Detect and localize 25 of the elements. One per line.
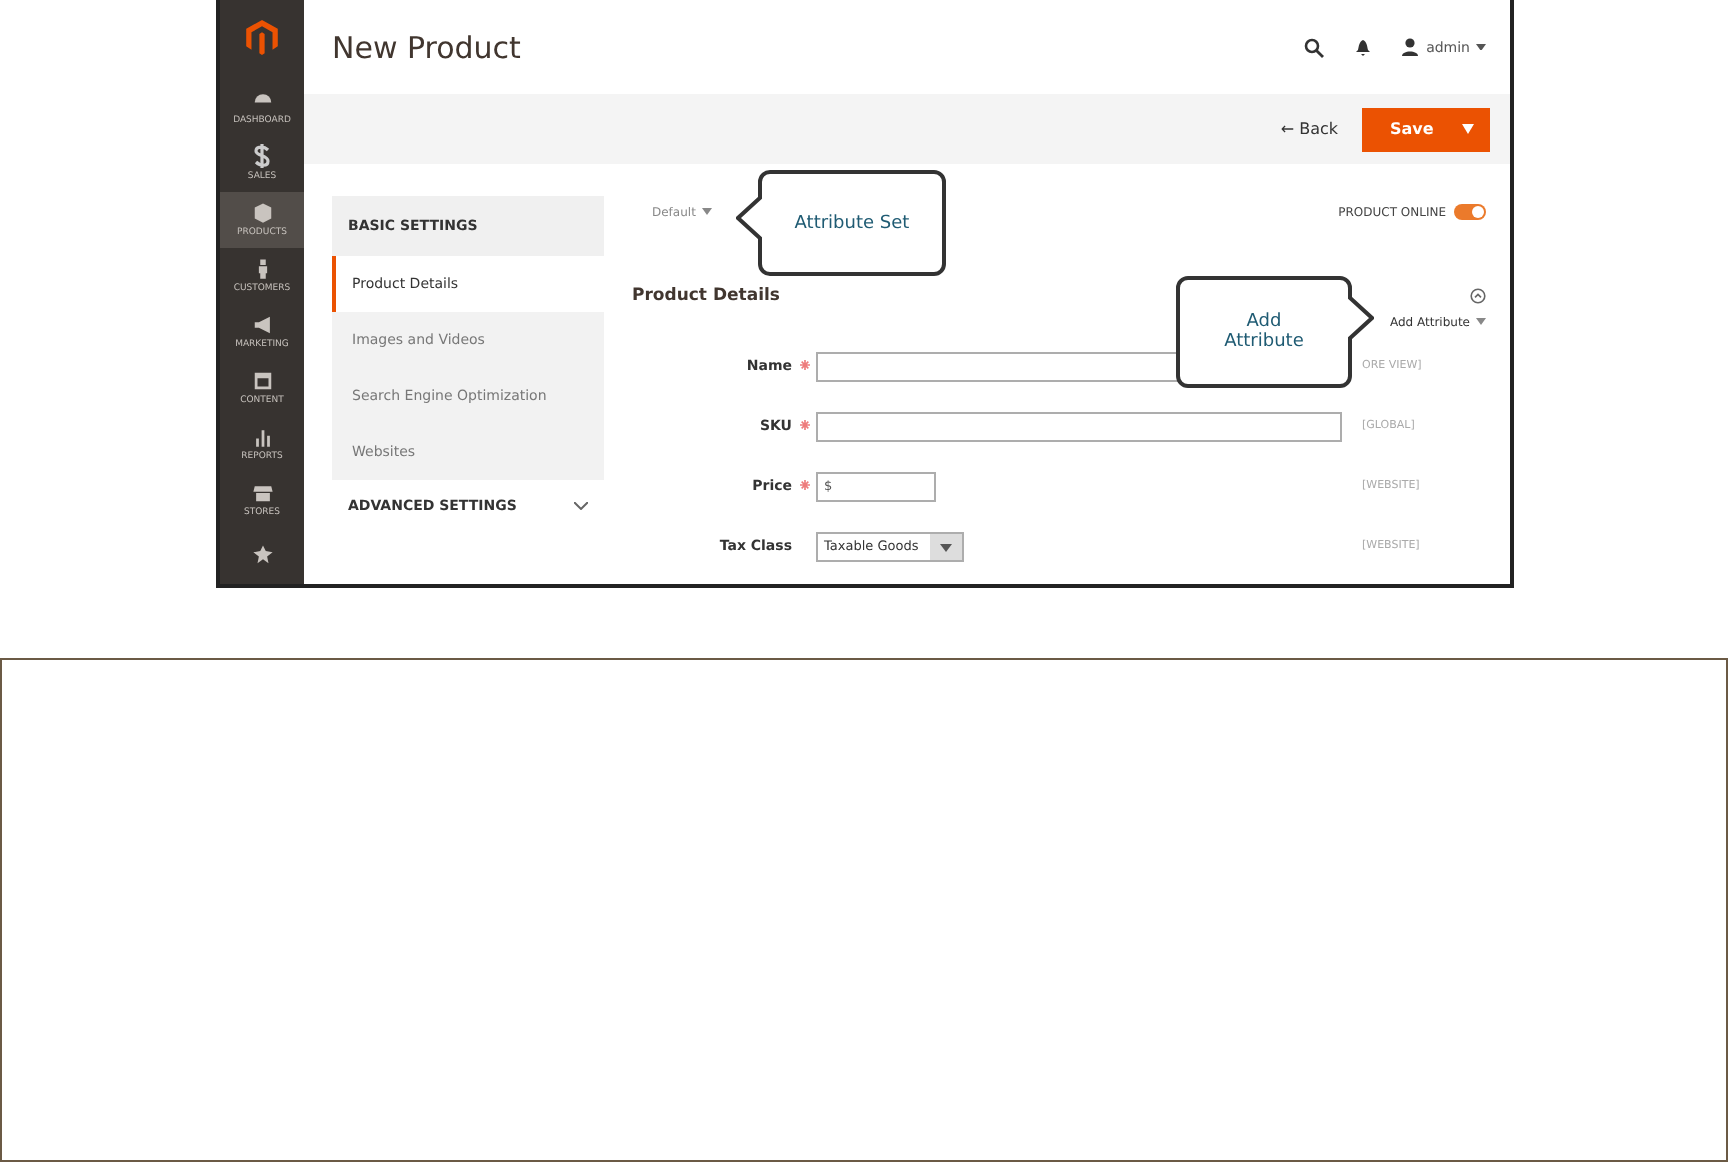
bell-icon[interactable] (1356, 39, 1371, 55)
callout-tooltip: Attribute Set (736, 170, 946, 276)
layout-icon (251, 369, 273, 392)
star-icon (251, 544, 273, 567)
pointer-icon (736, 196, 762, 240)
page-title: New Product (332, 29, 523, 65)
text-field[interactable] (816, 411, 1342, 441)
section-title: Product Details (632, 286, 780, 306)
storefront-icon (251, 481, 273, 504)
bar-chart-icon (251, 425, 273, 448)
online-toggle[interactable] (1454, 204, 1486, 220)
cube-icon (251, 201, 273, 224)
logo-icon (244, 20, 280, 56)
chevron-icon (574, 502, 588, 510)
back-button[interactable]: ← Back (1276, 116, 1342, 142)
dollar-icon (252, 144, 272, 169)
collapse-icon[interactable] (1470, 288, 1486, 304)
user-icon[interactable] (1402, 38, 1419, 56)
caret-icon (701, 208, 712, 216)
caret-icon (1462, 124, 1474, 134)
caret-icon (1476, 318, 1486, 326)
save-button[interactable]: Save (1362, 107, 1490, 151)
caret-icon (1476, 43, 1486, 51)
megaphone-icon (251, 313, 273, 336)
search-icon[interactable] (1304, 37, 1325, 57)
